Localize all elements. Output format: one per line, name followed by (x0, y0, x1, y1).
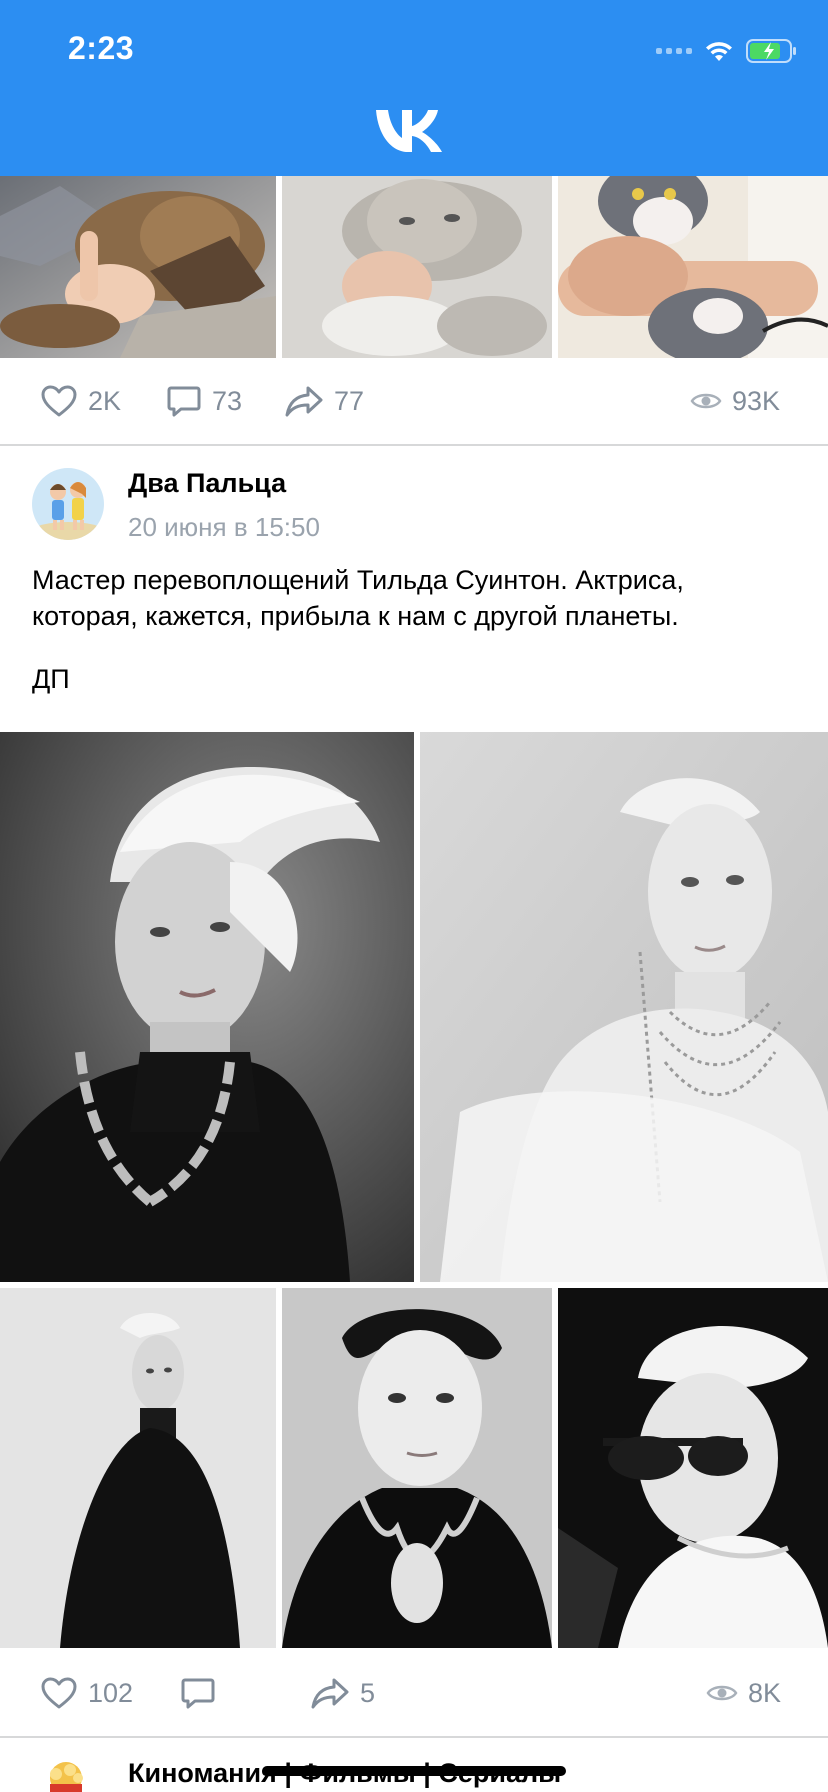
post-separator (0, 1736, 828, 1738)
shares-count: 5 (360, 1677, 376, 1708)
app-header: 2:23 (0, 0, 828, 176)
post-author-name[interactable]: Два Пальца (128, 468, 286, 499)
views-indicator: 93K (690, 358, 780, 444)
views-indicator: 8K (706, 1650, 781, 1736)
share-icon (285, 386, 323, 417)
views-count: 93K (732, 385, 781, 416)
eye-icon (690, 393, 722, 409)
status-time: 2:23 (68, 30, 135, 66)
battery-charging-icon (746, 39, 796, 63)
post-photo-5[interactable] (558, 1288, 828, 1648)
cat-photo-1[interactable] (0, 176, 276, 358)
post-signature: ДП (32, 664, 70, 694)
views-count: 8K (748, 1677, 782, 1708)
home-indicator[interactable] (262, 1766, 566, 1776)
status-icons (656, 36, 798, 66)
vk-logo-icon[interactable] (374, 106, 454, 154)
wifi-icon (706, 42, 732, 61)
cat-photo-2[interactable] (282, 176, 552, 358)
comment-button[interactable]: 73 (166, 358, 242, 444)
cat-photo-3[interactable] (558, 176, 828, 358)
comment-button[interactable] (180, 1650, 226, 1736)
next-post-avatar[interactable] (36, 1758, 96, 1792)
heart-icon (41, 385, 77, 417)
author-avatar[interactable] (32, 468, 104, 540)
post-photo-4[interactable] (282, 1288, 552, 1648)
prev-post-actions: 2K 73 77 93K (0, 358, 828, 444)
like-button[interactable]: 102 (40, 1650, 133, 1736)
post-text: Мастер перевоплощений Тильда Суинтон. Ак… (32, 565, 684, 631)
post-date: 20 июня в 15:50 (128, 512, 320, 542)
comment-icon (181, 1678, 215, 1709)
share-icon (311, 1678, 349, 1709)
share-button[interactable]: 5 (310, 1650, 375, 1736)
cellular-signal-icon (656, 48, 692, 54)
comments-count: 73 (212, 385, 243, 416)
like-button[interactable]: 2K (40, 358, 121, 444)
comment-icon (167, 386, 201, 417)
post-separator (0, 444, 828, 446)
likes-count: 102 (88, 1677, 134, 1708)
post-photo-2[interactable] (420, 732, 828, 1282)
vk-feed-screen: 2:23 2K 73 77 93K Два Пальца 20 июня в 1… (0, 0, 828, 1792)
post-photo-3[interactable] (0, 1288, 276, 1648)
share-button[interactable]: 77 (284, 358, 364, 444)
post-photo-1[interactable] (0, 732, 414, 1282)
post-actions: 102 5 8K (0, 1650, 828, 1736)
eye-icon (706, 1685, 738, 1701)
heart-icon (41, 1677, 77, 1709)
likes-count: 2K (88, 385, 122, 416)
shares-count: 77 (334, 385, 365, 416)
